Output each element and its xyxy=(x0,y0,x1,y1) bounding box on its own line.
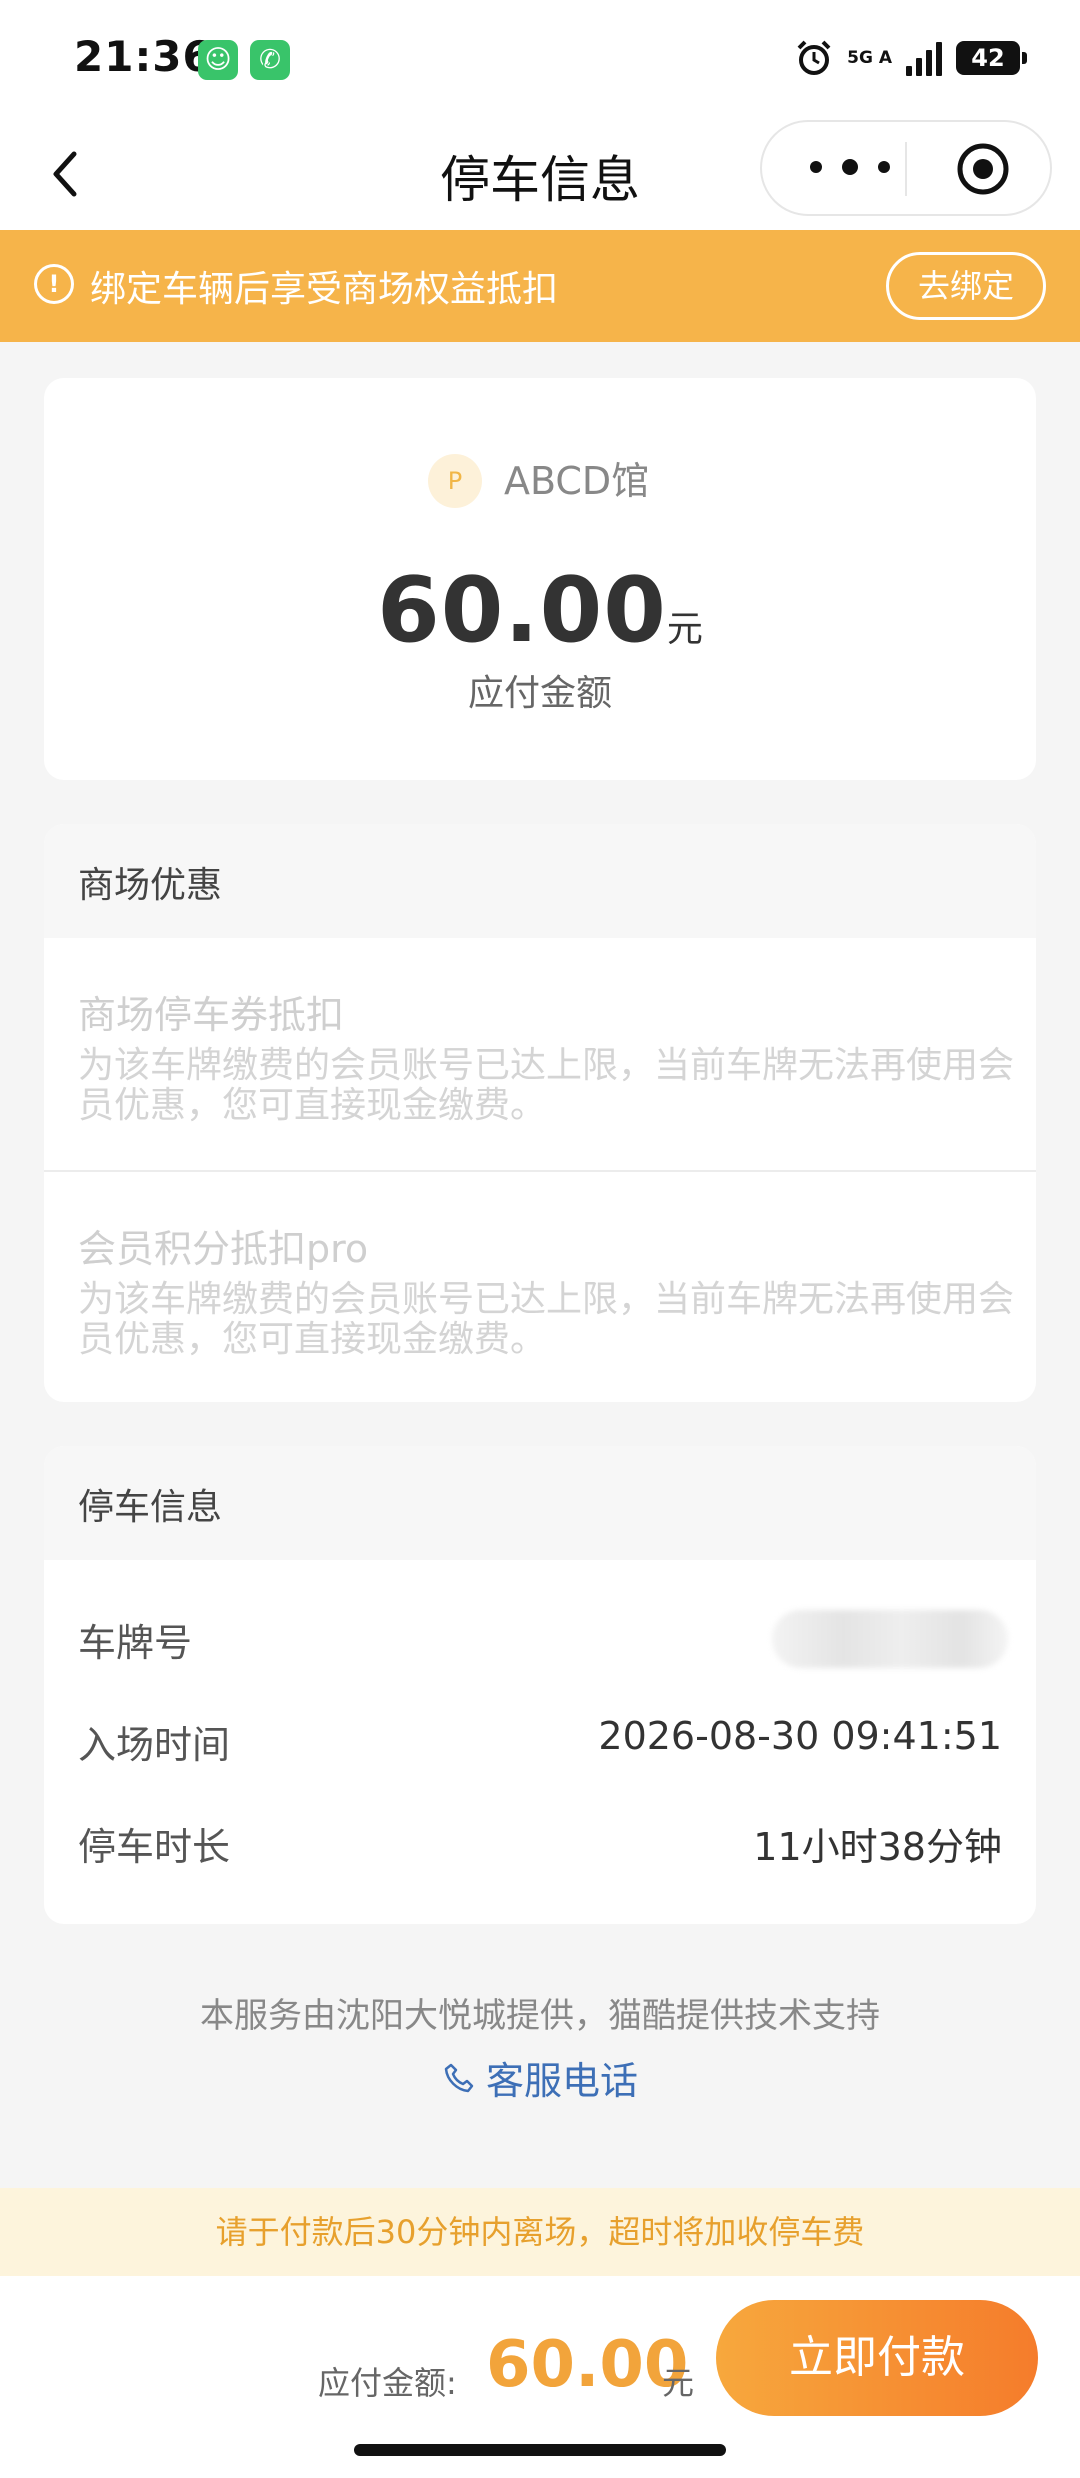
pay-amount-value: 60.00 xyxy=(486,2328,689,2402)
coupon-deduction-title: 商场停车券抵扣 xyxy=(78,993,345,1037)
battery-icon: 42 xyxy=(956,41,1027,75)
entry-time-value: 2026-08-30 09:41:51 xyxy=(598,1714,1002,1758)
alarm-icon xyxy=(797,40,831,75)
amount-value: 60.00 xyxy=(377,558,667,663)
pay-amount-unit: 元 xyxy=(662,2364,695,2402)
exit-notice: 请于付款后30分钟内离场，超时将加收停车费 xyxy=(0,2188,1080,2276)
bind-button[interactable]: 去绑定 xyxy=(886,252,1046,320)
pay-amount-label: 应付金额: xyxy=(318,2364,457,2402)
parking-icon: P xyxy=(428,454,482,508)
coupon-deduction-desc: 为该车牌缴费的会员账号已达上限，当前车牌无法再使用会员优惠，您可直接现金缴费。 xyxy=(78,1045,1015,1126)
parking-info-title: 停车信息 xyxy=(78,1487,223,1528)
bottom-pay-bar: 应付金额: 60.00 元 立即付款 xyxy=(0,2276,1080,2478)
parking-info-card: 停车信息 车牌号 入场时间 2026-08-30 09:41:51 停车时长 1… xyxy=(44,1446,1036,1924)
banner-text: 绑定车辆后享受商场权益抵扣 xyxy=(90,269,559,310)
status-indicators: 5G A 42 xyxy=(795,36,1027,80)
phone-icon xyxy=(444,2063,474,2092)
app-notification-icon: ☺ xyxy=(198,40,238,80)
plate-label: 车牌号 xyxy=(78,1621,193,1665)
phone-icon: ✆ xyxy=(250,40,290,80)
parking-lot-name: ABCD馆 xyxy=(504,459,650,503)
plate-number-blurred xyxy=(772,1610,1008,1668)
points-deduction-desc: 为该车牌缴费的会员账号已达上限，当前车牌无法再使用会员优惠，您可直接现金缴费。 xyxy=(78,1279,1015,1360)
amount-card: P ABCD馆 60.00元 应付金额 xyxy=(44,378,1036,780)
warning-icon: ! xyxy=(34,264,74,304)
entry-time-label: 入场时间 xyxy=(78,1723,231,1767)
parking-info-header: 停车信息 xyxy=(44,1446,1036,1560)
duration-value: 11小时38分钟 xyxy=(753,1825,1002,1869)
customer-service-link[interactable]: 客服电话 xyxy=(0,2050,1080,2105)
home-indicator[interactable] xyxy=(354,2444,726,2456)
pay-now-button[interactable]: 立即付款 xyxy=(716,2300,1038,2416)
discounts-card: 商场优惠 商场停车券抵扣 为该车牌缴费的会员账号已达上限，当前车牌无法再使用会员… xyxy=(44,824,1036,1402)
service-provider-note: 本服务由沈阳大悦城提供，猫酷提供技术支持 xyxy=(200,1996,880,2036)
amount-unit: 元 xyxy=(666,609,703,650)
divider xyxy=(44,1170,1036,1172)
network-label: 5G A xyxy=(847,48,892,68)
signal-icon xyxy=(906,40,942,76)
status-time: 21:36 xyxy=(74,32,213,81)
record-target-icon[interactable] xyxy=(956,142,1010,196)
discounts-title: 商场优惠 xyxy=(78,865,223,906)
points-deduction-title: 会员积分抵扣pro xyxy=(78,1227,369,1271)
duration-label: 停车时长 xyxy=(78,1825,231,1869)
status-bar: 21:36 ☺ ✆ 5G A 42 xyxy=(0,0,1080,120)
customer-service-label[interactable]: 客服电话 xyxy=(486,2050,638,2105)
bind-vehicle-banner: ! 绑定车辆后享受商场权益抵扣 去绑定 xyxy=(0,230,1080,342)
more-dots-icon[interactable] xyxy=(810,152,890,182)
capsule-divider xyxy=(905,142,907,196)
discounts-header: 商场优惠 xyxy=(44,824,1036,938)
mini-program-capsule xyxy=(760,120,1052,216)
nav-bar: 停车信息 xyxy=(0,120,1080,230)
amount-label: 应付金额 xyxy=(467,673,612,714)
amount-display: 60.00元 xyxy=(44,558,1036,663)
